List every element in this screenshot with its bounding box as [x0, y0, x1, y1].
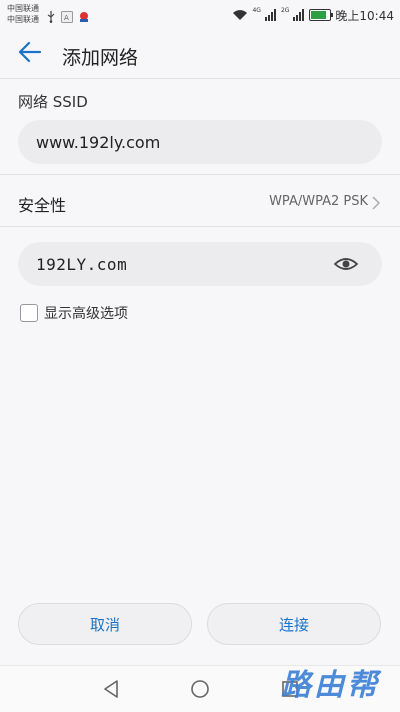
a-icon: A [61, 8, 73, 27]
back-triangle-icon[interactable] [100, 678, 122, 700]
advanced-options-toggle[interactable]: 显示高级选项 [20, 303, 128, 323]
home-circle-icon[interactable] [189, 678, 211, 700]
carrier-2: 中国联通 [7, 15, 39, 24]
ssid-field[interactable]: www.192ly.com [18, 120, 382, 164]
ssid-value: www.192ly.com [36, 132, 161, 152]
network-type-2: 2G [280, 6, 290, 14]
signal-icon-2 [293, 6, 305, 25]
header-divider [0, 78, 400, 79]
svg-text:A: A [64, 14, 69, 22]
carrier-1: 中国联通 [7, 4, 39, 13]
back-button[interactable] [16, 40, 44, 68]
notification-icon [78, 8, 90, 27]
password-field[interactable]: 192LY.com [18, 242, 382, 286]
divider [0, 174, 400, 175]
chevron-right-icon [372, 195, 381, 214]
connect-button[interactable]: 连接 [207, 603, 381, 645]
status-bar: 中国联通 中国联通 A 4G 2G 晚上10:44 [0, 0, 400, 30]
usb-icon [46, 8, 56, 27]
status-right: 4G 2G 晚上10:44 [232, 5, 394, 25]
clock: 晚上10:44 [335, 8, 394, 23]
divider [0, 226, 400, 227]
signal-icon [264, 6, 277, 25]
wifi-icon [232, 6, 248, 25]
arrow-left-icon [18, 41, 42, 67]
security-label: 安全性 [18, 196, 67, 215]
security-selector[interactable]: 安全性 WPA/WPA2 PSK [0, 176, 400, 226]
security-value: WPA/WPA2 PSK [269, 194, 368, 209]
network-type-1: 4G [252, 6, 261, 14]
ssid-label: 网络 SSID [18, 93, 88, 111]
advanced-checkbox[interactable] [20, 304, 38, 322]
advanced-label: 显示高级选项 [44, 306, 128, 322]
password-value: 192LY.com [36, 254, 128, 274]
page-title: 添加网络 [62, 47, 139, 69]
app-header: 添加网络 [0, 30, 400, 78]
battery-charging-icon [309, 9, 334, 21]
watermark-logo: 路由帮 [281, 668, 380, 703]
eye-icon[interactable] [333, 254, 359, 274]
cancel-button[interactable]: 取消 [18, 603, 192, 645]
